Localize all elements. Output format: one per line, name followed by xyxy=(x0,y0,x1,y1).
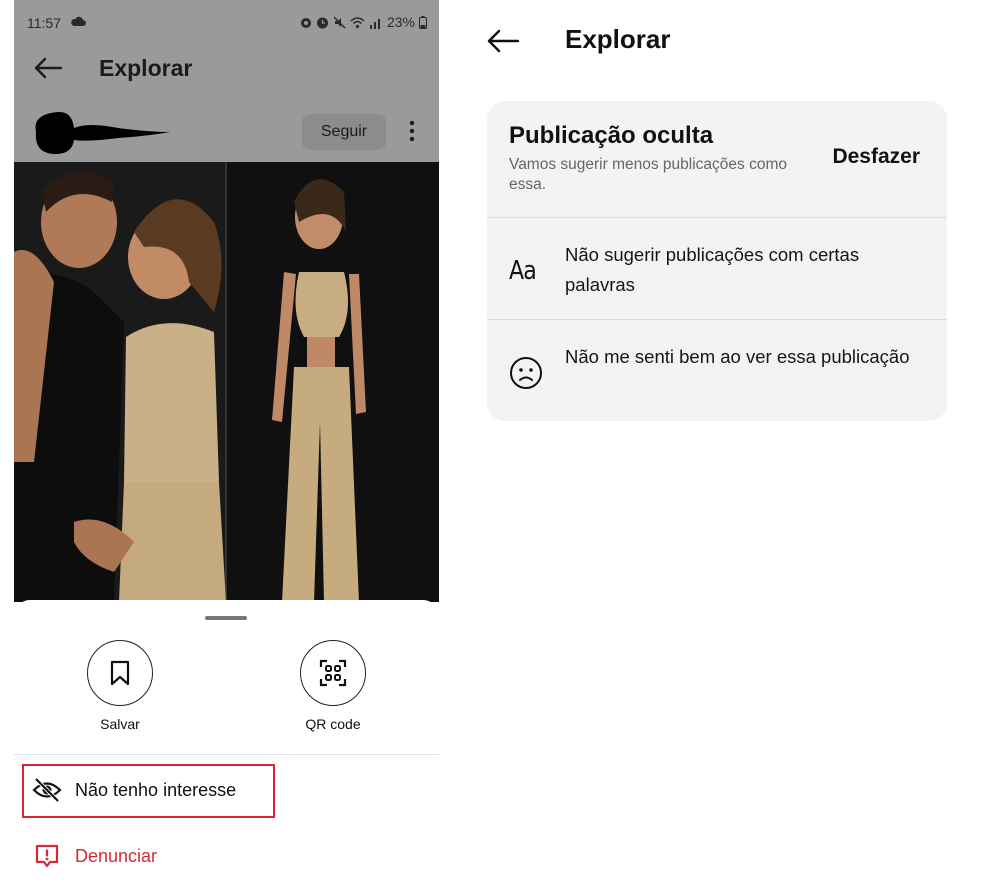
alarm-icon xyxy=(300,17,311,28)
post-image xyxy=(14,162,439,602)
bookmark-icon xyxy=(110,660,130,686)
page-title: Explorar xyxy=(99,55,193,81)
divider xyxy=(14,754,439,755)
felt-bad-option[interactable]: Não me senti bem ao ver essa publicação xyxy=(487,320,947,420)
back-arrow-icon[interactable] xyxy=(33,56,63,80)
options-bottom-sheet: Salvar QR code Não tenho interesse Denun xyxy=(14,600,439,889)
left-header: Explorar xyxy=(14,44,439,94)
wifi-icon xyxy=(350,16,365,28)
cloud-icon xyxy=(71,16,86,26)
follow-button[interactable]: Seguir xyxy=(302,114,386,150)
qr-code-label: QR code xyxy=(305,716,361,732)
more-vertical-icon[interactable] xyxy=(404,118,420,144)
status-time: 11:57 xyxy=(27,15,61,31)
undo-button[interactable]: Desfazer xyxy=(832,145,920,169)
hidden-post-card: Publicação oculta Vamos sugerir menos pu… xyxy=(487,101,947,421)
sad-face-icon xyxy=(509,356,545,390)
battery-icon xyxy=(419,15,427,29)
felt-bad-label: Não me senti bem ao ver essa publicação xyxy=(565,346,910,367)
save-label: Salvar xyxy=(100,716,140,732)
right-screen: Explorar Publicação oculta Vamos sugerir… xyxy=(470,0,1000,889)
redacted-username xyxy=(35,111,170,154)
back-arrow-icon[interactable] xyxy=(486,28,520,54)
not-interested-label: Não tenho interesse xyxy=(75,779,237,800)
right-header: Explorar xyxy=(470,18,970,64)
sheet-drag-handle[interactable] xyxy=(205,616,247,620)
report-icon xyxy=(32,841,62,871)
not-interested-option[interactable]: Não tenho interesse xyxy=(14,770,439,810)
mute-icon xyxy=(333,16,346,28)
hidden-post-title: Publicação oculta xyxy=(509,122,714,149)
filter-words-label: Não sugerir publicações com certas palav… xyxy=(565,244,860,295)
eye-off-icon xyxy=(32,775,62,805)
post-author-row: Seguir xyxy=(14,102,439,160)
qr-code-button[interactable] xyxy=(300,640,366,706)
text-aa-icon: Aa xyxy=(509,254,545,288)
report-option[interactable]: Denunciar xyxy=(14,836,439,876)
filter-words-option[interactable]: Aa Não sugerir publicações com certas pa… xyxy=(487,218,947,318)
battery-percent: 23% xyxy=(386,14,415,30)
page-title: Explorar xyxy=(565,24,671,54)
signal-icon xyxy=(369,18,380,29)
status-icons: 23% xyxy=(300,14,427,30)
left-screen: 11:57 23% Explorar Seguir Salvar QR code… xyxy=(14,0,439,889)
save-button[interactable] xyxy=(87,640,153,706)
qr-code-icon xyxy=(319,659,347,687)
clock-icon xyxy=(316,17,328,28)
report-label: Denunciar xyxy=(75,845,158,866)
status-bar: 11:57 23% xyxy=(14,0,439,44)
hidden-post-subtitle: Vamos sugerir menos publicações como ess… xyxy=(509,156,787,193)
text-aa-glyph: Aa xyxy=(509,256,537,286)
